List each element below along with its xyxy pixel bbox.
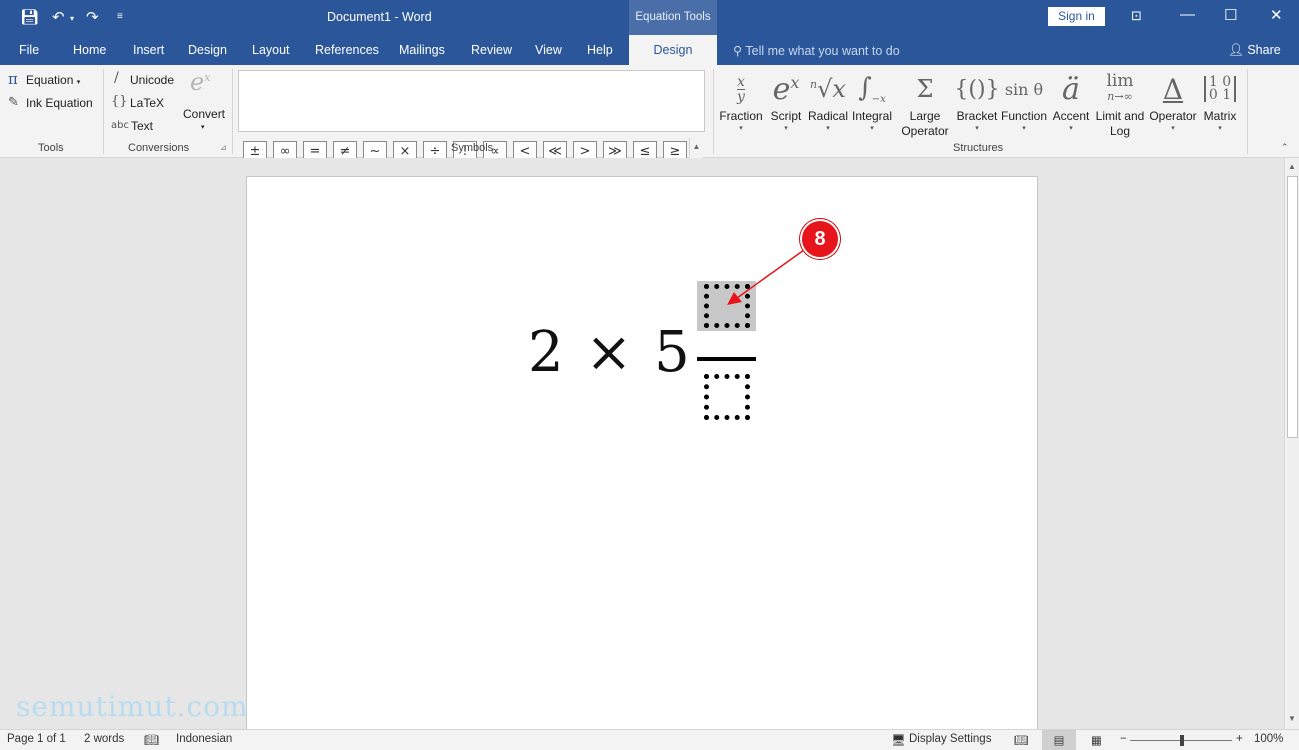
language-label[interactable]: Indonesian [176,733,232,745]
status-bar: Page 1 of 1 2 words 📖︎ Indonesian 🖥︎ Dis… [0,729,1299,750]
web-layout-icon[interactable]: ▦ [1091,733,1102,747]
scroll-down-icon[interactable]: ▼ [1288,714,1296,723]
display-settings-icon: 🖥︎ [891,735,906,747]
zoom-in-icon[interactable]: + [1236,733,1243,745]
proofing-icon[interactable]: 📖︎ [144,733,159,747]
callout-badge: 8 [800,219,840,259]
callout-arrow [727,249,805,305]
page-count[interactable]: Page 1 of 1 [7,733,66,745]
vertical-scrollbar[interactable]: ▲ ▼ [1284,158,1299,729]
watermark: semutimut.com [16,690,249,723]
zoom-level[interactable]: 100% [1254,733,1283,745]
word-count[interactable]: 2 words [84,733,124,745]
scroll-up-icon[interactable]: ▲ [1288,162,1296,171]
zoom-out-icon[interactable]: − [1120,733,1127,745]
zoom-slider-thumb[interactable] [1180,735,1184,746]
print-layout-icon[interactable]: ▤ [1042,730,1076,750]
display-settings-button[interactable]: Display Settings [909,733,991,745]
read-mode-icon[interactable]: 📖︎ [1014,733,1029,747]
scroll-thumb[interactable] [1287,176,1298,438]
